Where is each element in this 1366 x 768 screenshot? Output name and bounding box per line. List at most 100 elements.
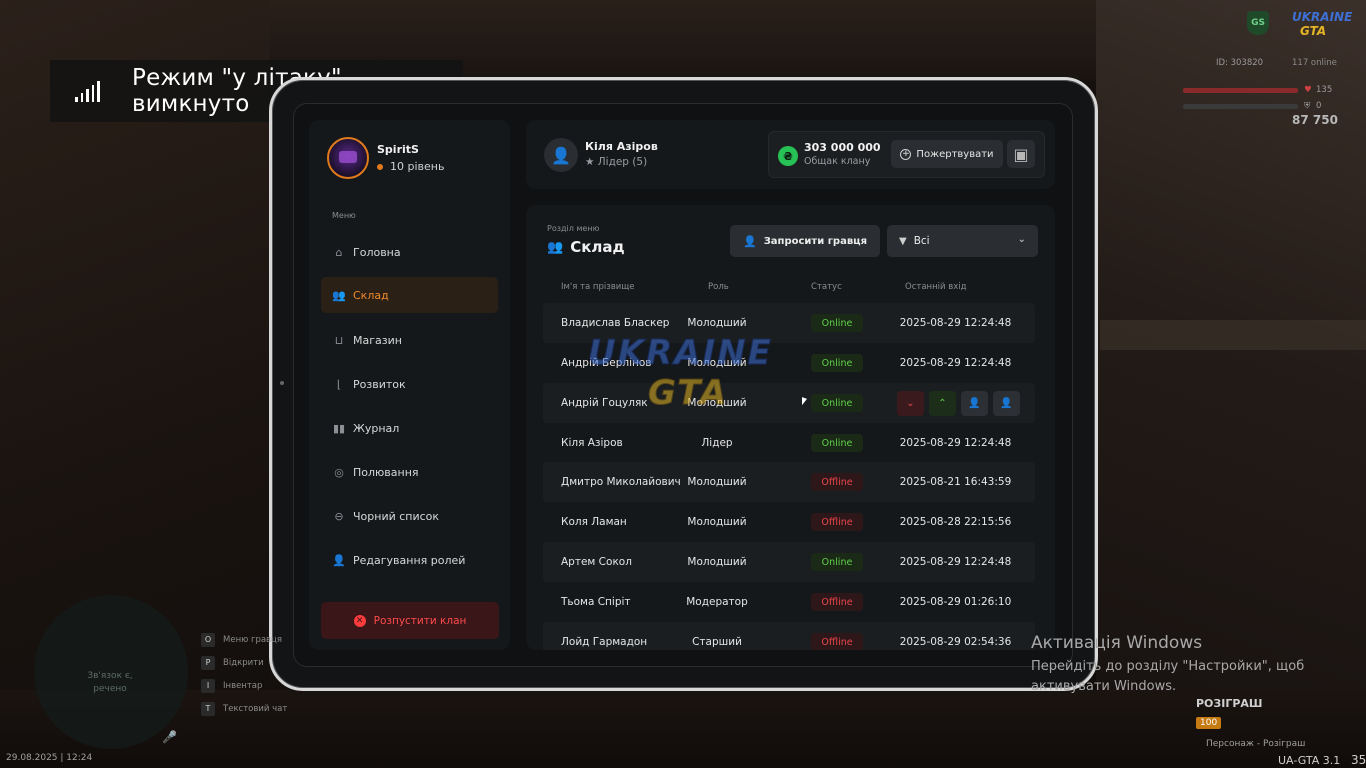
member-role: Лідер [701,437,733,449]
demote-button[interactable]: ⌄ [897,391,924,416]
sidebar-item-journal[interactable]: ▮▮ Журнал [321,410,498,446]
ukraine-gta-logo: UKRAINE GTA [1292,10,1353,38]
hotkey-item: P Відкрити [201,651,287,674]
sidebar: SpiritS 10 рівень Меню ⌂ Головна 👥 Склад… [309,120,510,650]
table-row[interactable]: Тьома Спіріт Модератор Offline 2025-08-2… [543,582,1035,622]
sidebar-item-home[interactable]: ⌂ Головна [321,234,498,270]
last-login: 2025-08-29 12:24:48 [899,437,1012,449]
member-role: Молодший [687,397,747,409]
raffle-hint: Персонаж - Розіграш [1206,739,1306,749]
disband-clan-button[interactable]: ✕ Розпустити клан [321,602,499,639]
online-count: 117 online [1292,58,1337,68]
chevron-up-icon: ⌃ [938,398,947,409]
status-badge: Offline [811,473,863,491]
health-value: 135 [1316,85,1333,95]
status-badge: Online [811,553,863,571]
user-remove-icon: 👤 [968,398,981,409]
leader-avatar-icon: 👤 [544,138,578,172]
fps-counter: 35 [1351,753,1366,767]
member-name: Владислав Бласкер [561,317,670,329]
member-role: Старший [692,636,742,648]
sidebar-item-shop[interactable]: ⊔ Магазин [321,322,498,358]
hotkey-item: I Інвентар [201,674,287,697]
status-badge: Offline [811,633,863,650]
game-version: UA-GTA 3.1 [1278,754,1341,767]
member-name: Кіля Азіров [561,437,623,449]
member-role: Молодший [687,556,747,568]
close-circle-icon: ✕ [353,614,366,627]
member-name: Дмитро Миколайович [561,476,681,488]
status-badge: Online [811,314,863,332]
table-row[interactable]: Андрій Гоцуляк Молодший Online ⌄ ⌃ 👤 👤 [543,383,1035,423]
background-shelf [1100,320,1366,350]
server-shield-icon: GS [1247,11,1269,35]
column-header-name: Ім'я та прізвище [561,282,635,292]
status-badge: Online [811,354,863,372]
table-row[interactable]: Артем Сокол Молодший Online 2025-08-29 1… [543,542,1035,582]
sidebar-item-hunting[interactable]: ◎ Полювання [321,454,498,490]
armor-bar [1183,104,1298,109]
users-icon: 👥 [547,239,564,255]
column-header-last-login: Останній вхід [905,282,967,292]
status-filter-select[interactable]: ▼ Всі ⌄ [887,225,1038,257]
raffle-widget: РОЗІГРАШ 100 Персонаж - Розіграш [1196,697,1306,749]
target-icon: ◎ [334,465,344,479]
armor-icon: ⛨ [1304,101,1311,111]
last-login: 2025-08-28 22:15:56 [899,516,1012,528]
home-icon: ⌂ [335,245,343,259]
level-dot-icon [377,163,383,170]
book-icon: ▮▮ [332,421,346,435]
last-login: 2025-08-29 12:24:48 [899,317,1012,329]
sidebar-item-roster[interactable]: 👥 Склад [321,277,498,313]
chart-icon: ⌊ [336,377,342,391]
voice-status-text: Зв'язок є, речено [87,671,133,694]
avatar [327,137,369,179]
user-gear-icon: 👤 [1000,398,1013,409]
safe-icon: ▣ [1013,144,1029,164]
profile-level: 10 рівень [377,160,444,173]
table-row[interactable]: Кіля Азіров Лідер Online 2025-08-29 12:2… [543,423,1035,463]
member-role: Молодший [687,516,747,528]
mouse-cursor-icon [802,397,807,407]
invite-player-button[interactable]: 👤 Запросити гравця [730,225,880,257]
bank-amount: 303 000 000 [804,141,881,154]
kick-member-button[interactable]: 👤 [961,391,988,416]
chevron-down-icon: ⌄ [1017,234,1026,245]
table-row[interactable]: Лойд Гармадон Старший Offline 2025-08-29… [543,622,1035,650]
last-login: 2025-08-29 12:24:48 [899,556,1012,568]
table-row[interactable]: Дмитро Миколайович Молодший Offline 2025… [543,462,1035,502]
safe-button[interactable]: ▣ [1007,140,1035,168]
money-value: 87 750 [1292,113,1338,127]
user-edit-icon: 👤 [332,553,346,567]
member-name: Артем Сокол [561,556,632,568]
health-bar [1183,88,1298,93]
donate-button[interactable]: + Пожертвувати [891,140,1003,168]
row-actions: ⌄ ⌃ 👤 👤 [897,391,1020,416]
status-badge: Online [811,434,863,452]
member-name: Коля Ламан [561,516,627,528]
last-login: 2025-08-29 02:54:36 [899,636,1012,648]
status-badge: Offline [811,513,863,531]
last-login: 2025-08-29 01:26:10 [899,596,1012,608]
member-settings-button[interactable]: 👤 [993,391,1020,416]
signal-bars-icon [75,80,100,102]
member-name: Тьома Спіріт [561,596,631,608]
sidebar-item-blacklist[interactable]: ⊖ Чорний список [321,498,498,534]
table-row[interactable]: Коля Ламан Молодший Offline 2025-08-28 2… [543,502,1035,542]
player-id: ID: 303820 [1216,58,1264,68]
member-role: Молодший [687,317,747,329]
roster-panel: Розділ меню 👥 Склад 👤 Запросити гравця ▼… [526,205,1055,650]
table-row[interactable]: Владислав Бласкер Молодший Online 2025-0… [543,303,1035,343]
sidebar-item-development[interactable]: ⌊ Розвиток [321,366,498,402]
table-row[interactable]: Андрій Берлінов Молодший Online 2025-08-… [543,343,1035,383]
armor-value: 0 [1316,101,1322,111]
promote-button[interactable]: ⌃ [929,391,956,416]
raffle-badge: 100 [1196,717,1222,729]
member-name: Андрій Берлінов [561,357,652,369]
last-login: 2025-08-29 12:24:48 [899,357,1012,369]
sidebar-item-role-editing[interactable]: 👤 Редагування ролей [321,542,498,578]
leader-name: Кіля Азіров [585,140,658,153]
page-title: 👥 Склад [547,238,625,256]
hotkey-list: O Меню гравця P Відкрити I Інвентар T Тексто… [201,628,287,720]
users-icon: 👥 [332,288,346,302]
